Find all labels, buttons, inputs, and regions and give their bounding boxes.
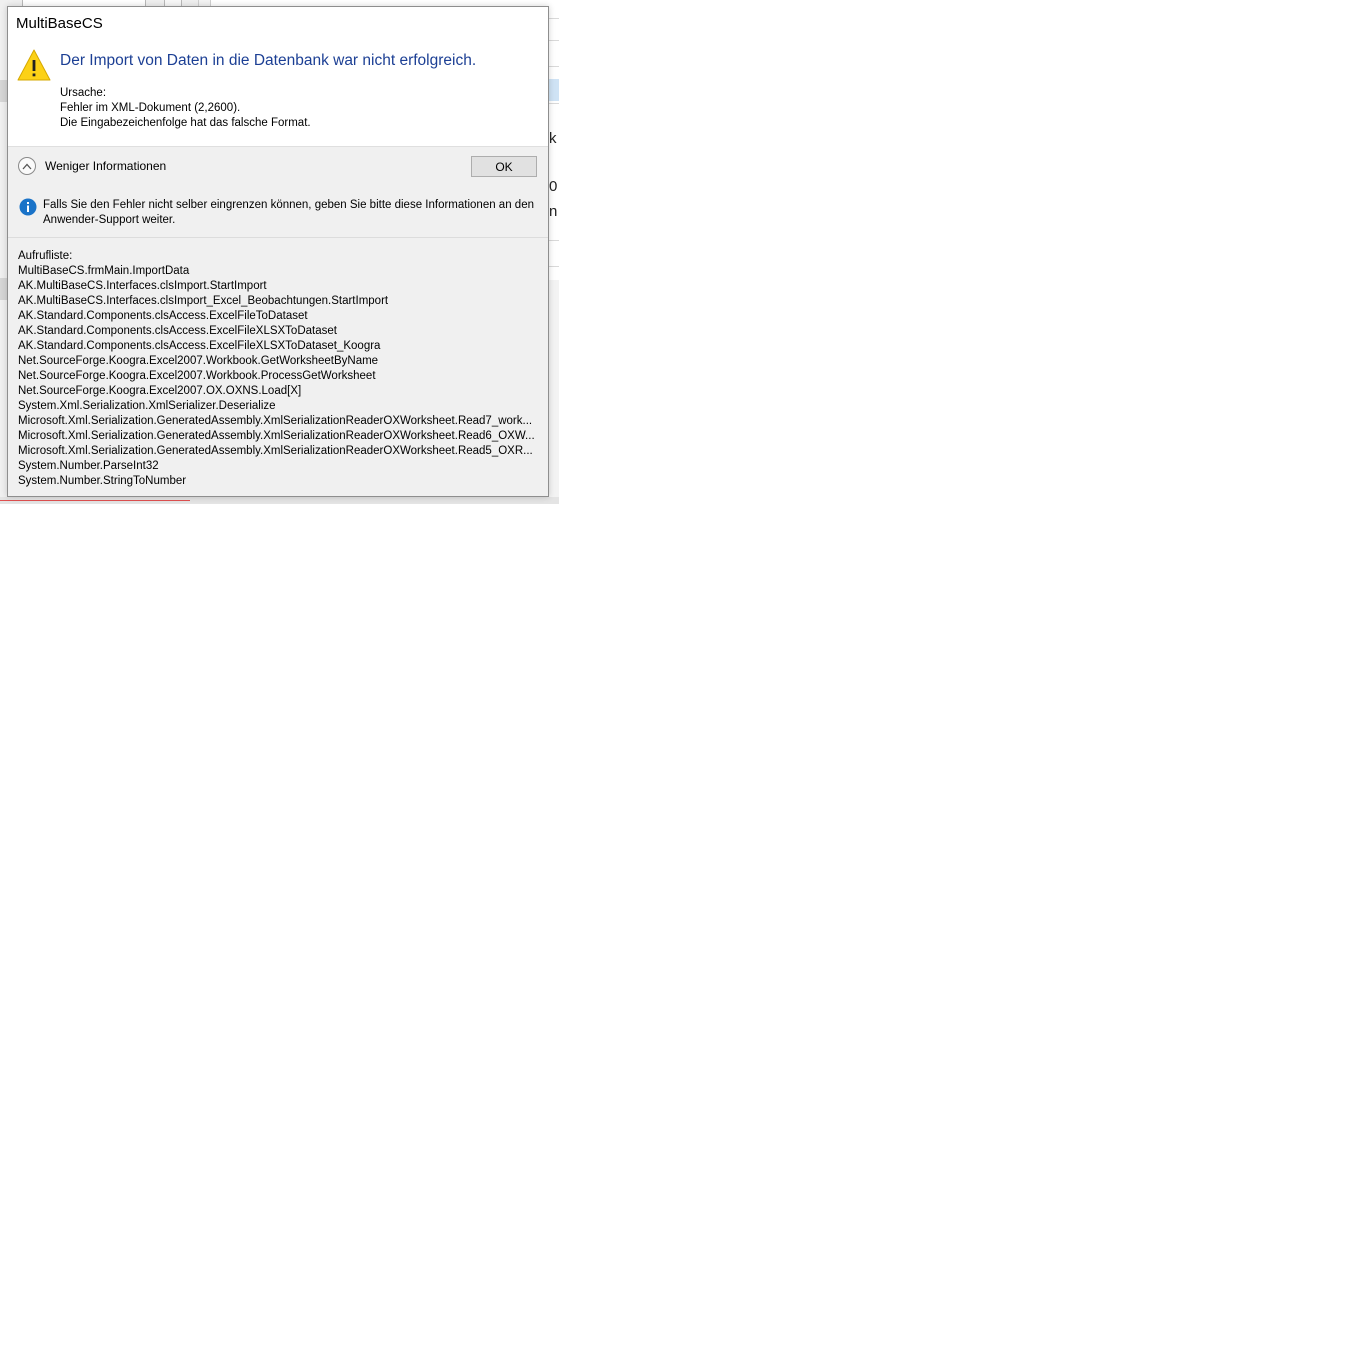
call-stack-line: MultiBaseCS.frmMain.ImportData [18,265,190,277]
background-label-fragment: 0 [549,178,558,195]
call-stack-line: AK.MultiBaseCS.Interfaces.clsImport_Exce… [18,295,389,307]
call-stack-line: Microsoft.Xml.Serialization.GeneratedAss… [18,415,533,427]
call-stack-line: AK.Standard.Components.clsAccess.ExcelFi… [18,340,381,352]
error-reason: Ursache: Fehler im XML-Dokument (2,2600)… [60,86,311,131]
call-stack-line: Microsoft.Xml.Serialization.GeneratedAss… [18,445,533,457]
dialog-button-strip: Weniger Informationen OK [8,146,548,189]
reason-line: Die Eingabezeichenfolge hat das falsche … [60,117,311,129]
call-stack-line: AK.Standard.Components.clsAccess.ExcelFi… [18,310,308,322]
warning-icon [17,49,51,81]
call-stack-line: System.Number.ParseInt32 [18,460,159,472]
call-stack-line: Net.SourceForge.Koogra.Excel2007.Workboo… [18,370,376,382]
reason-line: Fehler im XML-Dokument (2,2600). [60,102,241,114]
call-stack-line: AK.MultiBaseCS.Interfaces.clsImport.Star… [18,280,267,292]
ok-button[interactable]: OK [471,156,537,177]
error-dialog: MultiBaseCS Der Import von Daten in die … [7,6,549,497]
background-label-fragment: k [549,130,557,147]
info-icon [19,198,37,216]
call-stack-line: Net.SourceForge.Koogra.Excel2007.OX.OXNS… [18,385,302,397]
toggle-label[interactable]: Weniger Informationen [45,159,166,173]
background-label-fragment: n [549,203,558,220]
call-stack-line: Microsoft.Xml.Serialization.GeneratedAss… [18,430,535,442]
error-headline: Der Import von Daten in die Datenbank wa… [60,52,477,69]
call-stack[interactable]: Aufrufliste: MultiBaseCS.frmMain.ImportD… [18,249,540,489]
chevron-up-icon[interactable] [18,157,36,175]
call-stack-line: Net.SourceForge.Koogra.Excel2007.Workboo… [18,355,379,367]
background-selected-row [548,79,559,101]
call-stack-line: System.Number.StringToNumber [18,475,187,487]
call-stack-line: System.Xml.Serialization.XmlSerializer.D… [18,400,276,412]
background-red-line [0,500,190,501]
dialog-title: MultiBaseCS [16,15,103,32]
dialog-title-bar[interactable]: MultiBaseCS [8,7,548,39]
call-stack-line: Aufrufliste: [18,250,73,262]
reason-line: Ursache: [60,87,107,99]
details-panel: Falls Sie den Fehler nicht selber eingre… [8,188,548,496]
support-info-row: Falls Sie den Fehler nicht selber eingre… [8,188,548,238]
call-stack-line: AK.Standard.Components.clsAccess.ExcelFi… [18,325,337,337]
less-information-toggle[interactable]: Weniger Informationen [18,157,166,175]
support-info-text: Falls Sie den Fehler nicht selber eingre… [43,199,534,226]
